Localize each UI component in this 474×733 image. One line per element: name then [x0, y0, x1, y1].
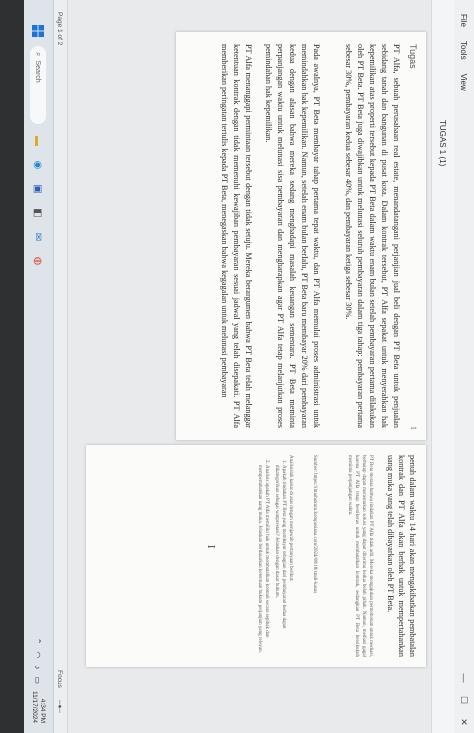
mail-icon[interactable]: ✉ — [31, 230, 45, 244]
document-titlebar: TUGAS 1 (1) — [431, 0, 454, 733]
taskbar: ⌕ Search ▬ ◉ ▣ ◧ ✉ ◍ ⌃ ◠ ♪ ▭ 4:34 PM 11/… — [23, 0, 54, 733]
page-indicator: Page 1 of 2 — [56, 12, 64, 46]
paragraph-3: PT Alfa menanggapi permintaan tersebut d… — [220, 44, 253, 428]
menu-file[interactable]: File — [460, 14, 469, 27]
close-icon[interactable]: ✕ — [459, 711, 470, 733]
menubar: File Tools View — ☐ ✕ — [453, 0, 474, 733]
text-cursor-icon: I — [205, 545, 216, 549]
screen: File Tools View — ☐ ✕ TUGAS 1 (1) Tugas … — [0, 0, 474, 733]
document-page-left[interactable]: Tugas 1 PT Alfa, sebuah perusahaan real … — [176, 32, 426, 440]
chevron-up-icon[interactable]: ⌃ — [34, 638, 43, 645]
question-item: Analisis apakah PT Alfa memiliki hak unt… — [256, 465, 270, 657]
maximize-icon[interactable]: ☐ — [459, 689, 470, 711]
windows-start-icon[interactable] — [31, 24, 45, 38]
source-link[interactable]: Sumber: https://ilmuhukum.kompasiana.com… — [311, 455, 318, 657]
battery-icon[interactable]: ▭ — [34, 676, 43, 684]
clock-date: 11/17/2024 — [31, 690, 38, 723]
menu-tools[interactable]: Tools — [460, 41, 469, 60]
speaker-icon[interactable]: ♪ — [34, 665, 43, 669]
minimize-icon[interactable]: — — [459, 667, 469, 689]
clock[interactable]: 4:34 PM 11/17/2024 — [30, 691, 46, 723]
question-item: Apakah tindakan PT Beta yang membayar se… — [273, 465, 287, 657]
store-icon[interactable]: ◧ — [31, 206, 45, 220]
page-heading: Tugas — [408, 44, 418, 69]
menu-view[interactable]: View — [460, 74, 469, 91]
search-placeholder: Search — [34, 60, 42, 83]
search-icon: ⌕ — [34, 52, 43, 57]
focus-button[interactable]: Focus — [57, 670, 64, 688]
zoom-slider-icon[interactable]: ─●─ — [57, 700, 64, 713]
word-app-icon[interactable]: ▣ — [31, 182, 45, 196]
system-tray: ⌃ ◠ ♪ ▭ 4:34 PM 11/17/2024 — [30, 638, 46, 723]
paragraph-1: PT Alfa, sebuah perusahaan real estate, … — [344, 44, 401, 428]
document-title[interactable]: TUGAS 1 (1) — [439, 120, 448, 166]
monitor-bezel — [0, 0, 24, 733]
case-note: PT Beta merasa bahwa tindakan PT Alfa ti… — [347, 455, 373, 657]
wifi-icon[interactable]: ◠ — [34, 651, 43, 658]
page-number: 1 — [409, 426, 418, 430]
paragraph-continued: penuh dalam waktu 14 hari akan mengakiba… — [386, 455, 417, 657]
file-explorer-icon[interactable]: ▬ — [31, 134, 45, 148]
paragraph-2: Pada awalnya, PT Beta membayar tahap per… — [264, 44, 321, 428]
taskbar-search-input[interactable]: ⌕ Search — [30, 46, 46, 124]
clock-time: 4:34 PM — [39, 698, 46, 723]
browser-icon[interactable]: ◉ — [31, 158, 45, 172]
document-page-right[interactable]: penuh dalam waktu 14 hari akan mengakiba… — [86, 445, 426, 667]
question-block: Analisislah kasus di atas dengan menjawa… — [253, 455, 294, 657]
question-intro: Analisislah kasus di atas dengan menjawa… — [288, 455, 293, 582]
statusbar: Page 1 of 2 Focus ─●─ — [53, 0, 68, 733]
chrome-icon[interactable]: ◍ — [31, 254, 45, 268]
